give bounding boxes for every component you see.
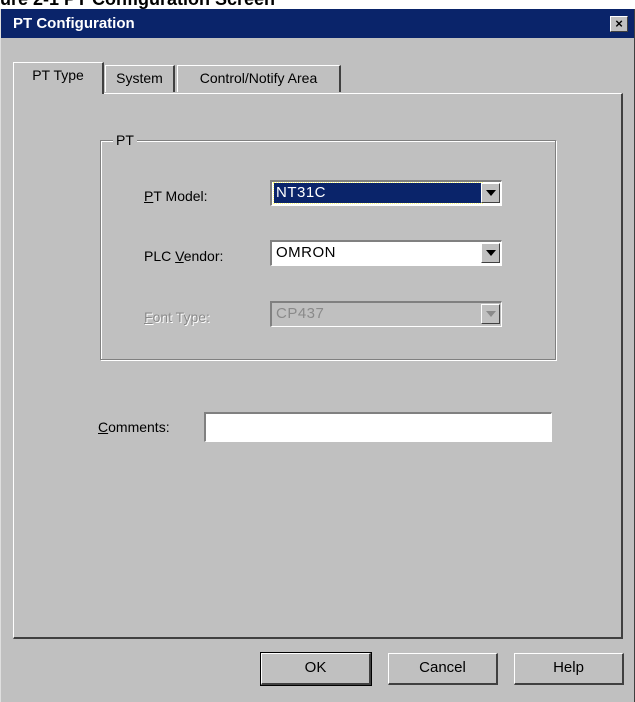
- tab-pt-type-label: PT Type: [32, 67, 84, 83]
- help-button-label: Help: [553, 659, 584, 676]
- plc-vendor-dropdown[interactable]: OMRON: [270, 240, 502, 266]
- tab-pt-type[interactable]: PT Type: [13, 62, 104, 94]
- window-title: PT Configuration: [13, 15, 135, 32]
- ok-button-label: OK: [304, 659, 327, 676]
- comments-label: Comments:: [98, 418, 170, 436]
- help-button[interactable]: Help: [514, 653, 624, 685]
- pt-configuration-dialog: PT Configuration × PT Type System Contro…: [0, 9, 635, 702]
- pt-model-label-mnemonic: P: [144, 188, 154, 204]
- plc-vendor-label-pre: PLC: [144, 248, 176, 264]
- comments-input[interactable]: [204, 412, 552, 442]
- plc-vendor-label-post: endor:: [183, 248, 224, 264]
- font-type-value: CP437: [276, 305, 325, 322]
- chevron-down-icon[interactable]: [481, 183, 500, 203]
- pt-model-value: NT31C: [273, 182, 483, 204]
- font-type-label-post: ont Type:: [152, 309, 210, 325]
- figure-caption: ure 2-1 PT Configuration Screen: [0, 0, 635, 9]
- cancel-button[interactable]: Cancel: [388, 653, 498, 685]
- tab-control-notify-area[interactable]: Control/Notify Area: [177, 65, 341, 92]
- tab-control-notify-area-label: Control/Notify Area: [199, 70, 318, 86]
- chevron-down-icon: [481, 304, 500, 324]
- plc-vendor-label-mnemonic: V: [175, 248, 184, 264]
- pt-model-label-post: T Model:: [153, 188, 208, 204]
- pt-group-legend: PT: [113, 131, 137, 149]
- chevron-down-icon[interactable]: [481, 243, 500, 263]
- plc-vendor-label: PLC Vendor:: [144, 247, 223, 265]
- font-type-label-mnemonic: F: [144, 309, 153, 325]
- cancel-button-label: Cancel: [419, 659, 466, 676]
- pt-model-dropdown[interactable]: NT31C: [270, 180, 502, 206]
- tab-panel-pt-type: PT PT Model: NT31C PLC Vendor: OMRON Fon…: [13, 93, 623, 639]
- tab-system-label: System: [116, 70, 163, 86]
- title-bar[interactable]: PT Configuration ×: [1, 9, 634, 38]
- close-icon[interactable]: ×: [610, 16, 628, 32]
- font-type-dropdown: CP437: [270, 301, 502, 327]
- font-type-label: Font Type:: [144, 308, 210, 326]
- plc-vendor-value: OMRON: [276, 244, 336, 261]
- pt-model-label: PT Model:: [144, 187, 208, 205]
- comments-label-mnemonic: C: [98, 419, 109, 435]
- tab-system[interactable]: System: [105, 65, 175, 92]
- ok-button[interactable]: OK: [260, 652, 372, 686]
- comments-label-post: omments:: [108, 419, 170, 435]
